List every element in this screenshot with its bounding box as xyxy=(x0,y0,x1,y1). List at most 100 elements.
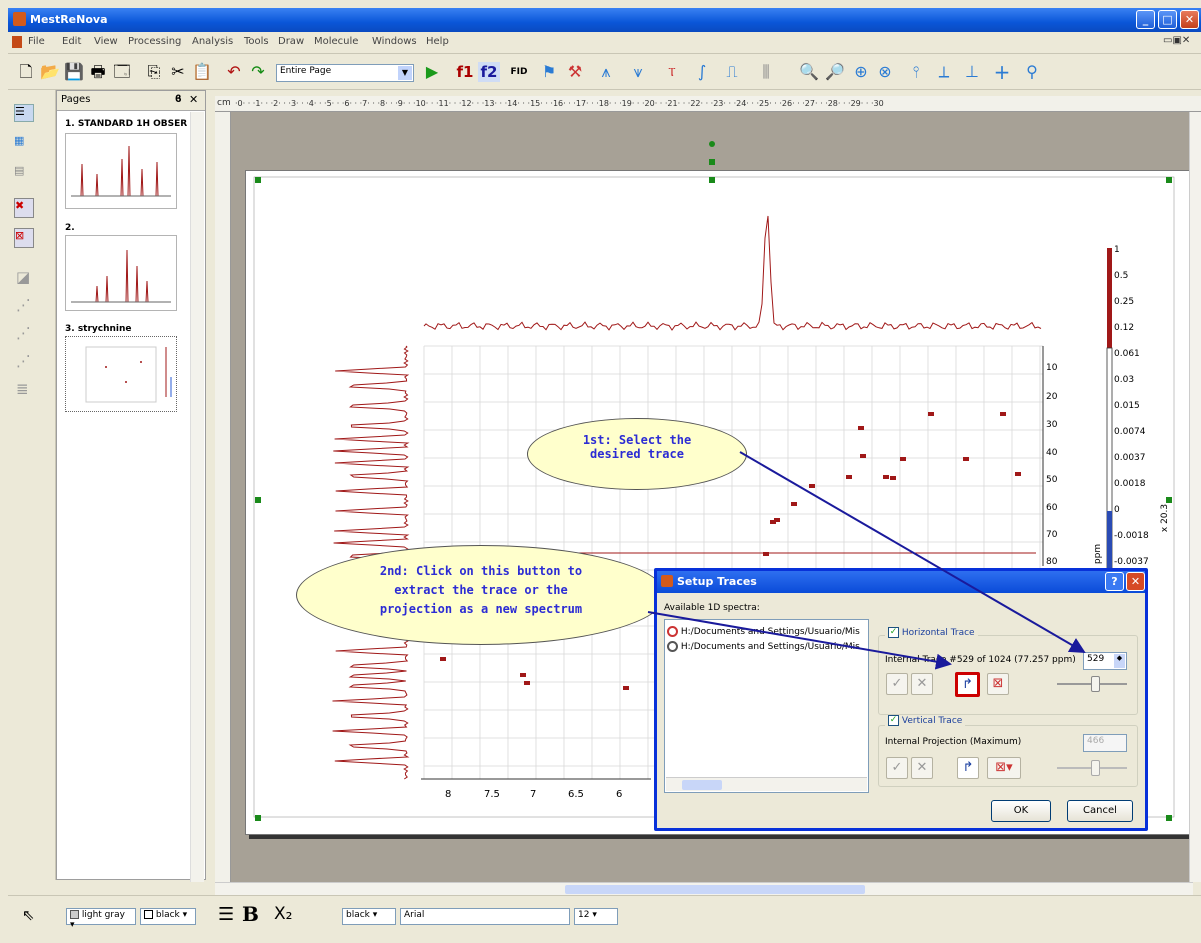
integration-icon[interactable]: ∫ xyxy=(690,62,714,82)
pointer-icon[interactable]: ⇖ xyxy=(22,906,35,924)
menu-help[interactable]: Help xyxy=(426,36,449,47)
panel-scrollbar[interactable] xyxy=(190,112,204,882)
font-combo[interactable]: Arial xyxy=(400,908,570,925)
trace-options-button[interactable]: ⊠ xyxy=(987,673,1009,695)
trace-icon[interactable]: ⫯ xyxy=(904,62,928,82)
tool-a-icon[interactable]: ◪ xyxy=(16,268,30,286)
fit-zoom-icon[interactable]: ⊗ xyxy=(874,62,896,82)
menu-draw[interactable]: Draw xyxy=(278,36,304,47)
print-icon[interactable]: 🖶 xyxy=(88,62,108,82)
fit-icon[interactable]: ⎍ xyxy=(720,62,744,82)
vertical-trace-slider[interactable] xyxy=(1057,760,1127,776)
tool-c-icon[interactable]: ⋰ xyxy=(16,324,31,342)
zoom-box-icon[interactable]: ⊕ xyxy=(850,62,872,82)
apply-projection-button[interactable]: ✓ xyxy=(886,757,908,779)
fid-button[interactable]: FID xyxy=(506,62,532,82)
vertical-trace-spinbox[interactable]: 466 xyxy=(1083,734,1127,752)
horizontal-trace-checkbox[interactable]: ✓ Horizontal Trace xyxy=(885,627,978,638)
tms-icon[interactable]: Ⲧ xyxy=(660,62,684,82)
maximize-button[interactable]: □ xyxy=(1158,10,1177,29)
cancel-button[interactable]: Cancel xyxy=(1067,800,1133,822)
stacked-icon[interactable]: ⫼ xyxy=(754,62,778,82)
menu-view[interactable]: View xyxy=(94,36,118,47)
f1-button[interactable]: f1 xyxy=(454,62,476,82)
extract-projection-button[interactable]: ↱ xyxy=(957,757,979,779)
menu-analysis[interactable]: Analysis xyxy=(192,36,233,47)
page-item-2-label[interactable]: 2. xyxy=(65,223,75,233)
page-setup-icon[interactable]: 🗔 xyxy=(112,62,132,82)
layout-tool-icon[interactable]: ▦ xyxy=(14,134,34,152)
page-item-1-label[interactable]: 1. STANDARD 1H OBSER xyxy=(65,119,187,129)
canvas-v-scrollbar[interactable] xyxy=(1189,112,1201,882)
panel-float-icon[interactable]: ϐ xyxy=(175,94,182,105)
cut-level-icon[interactable]: ⊥ xyxy=(960,62,984,82)
save-icon[interactable]: 💾 xyxy=(64,62,84,82)
menu-edit[interactable]: Edit xyxy=(62,36,81,47)
tool-b-icon[interactable]: ⋰ xyxy=(16,296,31,314)
remove-trace-icon[interactable]: ✖ xyxy=(14,198,34,218)
tool-e-icon[interactable]: ≣ xyxy=(16,380,29,398)
close-button[interactable]: ✕ xyxy=(1180,10,1199,29)
multiplet-icon[interactable]: ⩛ xyxy=(626,62,650,82)
new-document-icon[interactable]: 🗋 xyxy=(16,62,36,82)
open-icon[interactable]: 📂 xyxy=(40,62,60,82)
list-h-scrollbar[interactable] xyxy=(666,777,867,791)
zoom-out-icon[interactable]: 🔎 xyxy=(824,62,846,82)
zoom-combo[interactable]: Entire Page ▼ xyxy=(276,64,414,82)
page-thumbnail-2[interactable] xyxy=(65,235,177,311)
undo-icon[interactable]: ↶ xyxy=(224,62,244,82)
menu-tools[interactable]: Tools xyxy=(244,36,269,47)
ok-button[interactable]: OK xyxy=(991,800,1051,822)
align-icon[interactable]: ☰ xyxy=(218,904,234,925)
f2-button[interactable]: f2 xyxy=(478,62,500,82)
spectra-list-item-2[interactable]: H:/Documents and Settings/Usuario/Mis xyxy=(667,641,860,652)
fill-color-combo[interactable]: light gray ▾ xyxy=(66,908,136,930)
copy-icon[interactable]: ⎘ xyxy=(144,62,164,82)
handle-rotate-stem[interactable] xyxy=(709,159,715,165)
size-combo[interactable]: 12 ▾ xyxy=(574,908,618,925)
zoom-in-icon[interactable]: 🔍 xyxy=(798,62,820,82)
extract-trace-button[interactable]: ↱ xyxy=(955,672,980,697)
crosshair-icon[interactable]: + xyxy=(990,62,1014,82)
projection-icon[interactable]: ⟂ xyxy=(932,62,956,82)
play-icon[interactable]: ▶ xyxy=(422,62,442,82)
tool-d-icon[interactable]: ⋰ xyxy=(16,352,31,370)
page-thumbnail-3[interactable] xyxy=(65,336,177,412)
grid-tool-icon[interactable]: ▤ xyxy=(14,164,34,182)
spectra-list[interactable]: H:/Documents and Settings/Usuario/Mis H:… xyxy=(664,619,869,793)
remove-projection-icon[interactable]: ⊠ xyxy=(14,228,34,248)
menu-molecule[interactable]: Molecule xyxy=(314,36,358,47)
menu-windows[interactable]: Windows xyxy=(372,36,417,47)
horizontal-trace-slider[interactable] xyxy=(1057,676,1127,692)
canvas-h-scrollbar[interactable] xyxy=(215,882,1193,895)
subscript-icon[interactable]: X₂ xyxy=(274,904,292,924)
mdi-controls-icon[interactable]: ▭▣✕ xyxy=(1163,35,1190,46)
projection-options-button[interactable]: ⊠▾ xyxy=(987,757,1021,779)
horizontal-trace-spinbox[interactable]: 529 ◆ xyxy=(1083,652,1127,670)
page-item-3-label[interactable]: 3. strychnine xyxy=(65,324,132,334)
menu-file[interactable]: File xyxy=(28,36,45,47)
phase-icon[interactable]: ⚑ xyxy=(538,62,560,82)
redo-icon[interactable]: ↷ xyxy=(248,62,268,82)
minimize-button[interactable]: _ xyxy=(1136,10,1155,29)
spectra-list-item-1[interactable]: H:/Documents and Settings/Usuario/Mis xyxy=(667,626,860,637)
menu-processing[interactable]: Processing xyxy=(128,36,181,47)
pages-tool-icon[interactable]: ☰ xyxy=(14,104,34,122)
peak-picking-icon[interactable]: ⩚ xyxy=(594,62,618,82)
handle-rotate[interactable] xyxy=(709,141,715,147)
cursor-options-icon[interactable]: ⚲ xyxy=(1020,62,1044,82)
help-button[interactable]: ? xyxy=(1105,572,1124,591)
text-color-combo[interactable]: black ▾ xyxy=(342,908,396,925)
dialog-close-button[interactable]: ✕ xyxy=(1126,572,1145,591)
cut-icon[interactable]: ✂ xyxy=(168,62,188,82)
vertical-trace-checkbox[interactable]: ✓ Vertical Trace xyxy=(885,715,966,726)
panel-close-icon[interactable]: ✕ xyxy=(189,93,198,106)
paste-icon[interactable]: 📋 xyxy=(192,62,212,82)
remove-projection-button[interactable]: ✕ xyxy=(911,757,933,779)
bold-icon[interactable]: B xyxy=(242,902,259,926)
remove-trace-button[interactable]: ✕ xyxy=(911,673,933,695)
page-thumbnail-1[interactable] xyxy=(65,133,177,209)
baseline-icon[interactable]: ⚒ xyxy=(564,62,586,82)
apply-trace-button[interactable]: ✓ xyxy=(886,673,908,695)
line-color-combo[interactable]: black ▾ xyxy=(140,908,196,925)
